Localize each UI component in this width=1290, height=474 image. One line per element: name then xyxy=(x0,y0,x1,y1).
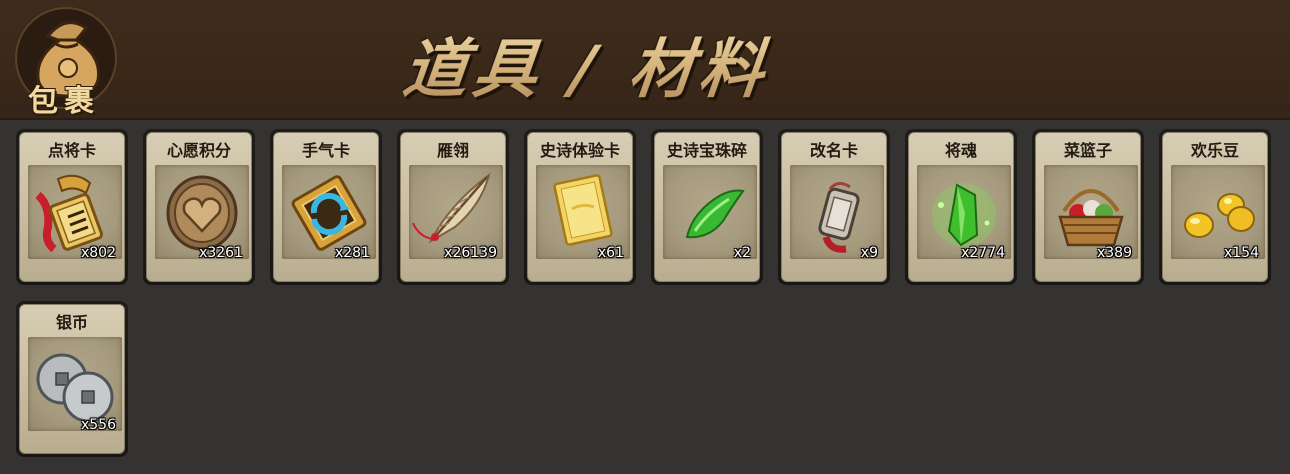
item-card-body: 欢乐豆 x154 xyxy=(1162,132,1268,282)
item-card-shouqika[interactable]: 手气卡 x281 xyxy=(270,129,382,285)
item-card-body: 雁翎 x26139 xyxy=(400,132,506,282)
item-count: x154 xyxy=(1223,245,1259,261)
item-count: x2774 xyxy=(961,245,1005,261)
inventory-page: 包裹 道具 / 材料 点将卡 x802 心愿积分 x3261 手气卡 x281 … xyxy=(0,0,1290,474)
page-title: 道具 / 材料 xyxy=(399,18,775,110)
item-card-body: 心愿积分 x3261 xyxy=(146,132,252,282)
item-card-body: 将魂 x2774 xyxy=(908,132,1014,282)
item-name: 银币 xyxy=(55,313,88,332)
item-count: x3261 xyxy=(199,245,243,261)
item-name: 菜篮子 xyxy=(1063,141,1112,160)
item-count: x61 xyxy=(597,245,624,261)
item-card-shishibaozhusui[interactable]: 史诗宝珠碎 x2 xyxy=(651,129,763,285)
item-card-body: 史诗体验卡 x61 xyxy=(527,132,633,282)
item-card-huanledou[interactable]: 欢乐豆 x154 xyxy=(1159,129,1271,285)
item-card-yanling[interactable]: 雁翎 x26139 xyxy=(397,129,509,285)
item-name: 雁翎 xyxy=(436,141,469,160)
item-card-body: 手气卡 x281 xyxy=(273,132,379,282)
item-name: 将魂 xyxy=(944,141,977,160)
item-card-xinyuanjifen[interactable]: 心愿积分 x3261 xyxy=(143,129,255,285)
item-card-gaimingka[interactable]: 改名卡 x9 xyxy=(778,129,890,285)
item-count: x281 xyxy=(334,245,370,261)
item-count: x26139 xyxy=(444,245,497,261)
item-name: 手气卡 xyxy=(301,141,350,160)
item-count: x802 xyxy=(80,245,116,261)
item-card-body: 点将卡 x802 xyxy=(19,132,125,282)
item-card-body: 银币 x556 xyxy=(19,304,125,454)
item-count: x556 xyxy=(80,417,116,433)
item-card-yinbi[interactable]: 银币 x556 xyxy=(16,301,128,457)
item-name: 史诗体验卡 xyxy=(539,141,620,160)
item-name: 点将卡 xyxy=(47,141,96,160)
item-count: x389 xyxy=(1096,245,1132,261)
item-name: 改名卡 xyxy=(809,141,858,160)
bag-logo[interactable]: 包裹 xyxy=(10,6,130,119)
item-card-body: 改名卡 x9 xyxy=(781,132,887,282)
item-card-shishitiyanka[interactable]: 史诗体验卡 x61 xyxy=(524,129,636,285)
item-card-jianghun[interactable]: 将魂 x2774 xyxy=(905,129,1017,285)
item-card-cailanzi[interactable]: 菜篮子 x389 xyxy=(1032,129,1144,285)
item-count: x2 xyxy=(733,245,751,261)
bag-label: 包裹 xyxy=(28,84,100,119)
item-name: 史诗宝珠碎 xyxy=(666,141,747,160)
item-name: 欢乐豆 xyxy=(1190,141,1239,160)
item-card-body: 史诗宝珠碎 x2 xyxy=(654,132,760,282)
item-count: x9 xyxy=(860,245,878,261)
header-bar: 包裹 道具 / 材料 xyxy=(0,0,1290,120)
item-name: 心愿积分 xyxy=(166,141,231,160)
item-card-dianjiangka[interactable]: 点将卡 x802 xyxy=(16,129,128,285)
item-card-body: 菜篮子 x389 xyxy=(1035,132,1141,282)
